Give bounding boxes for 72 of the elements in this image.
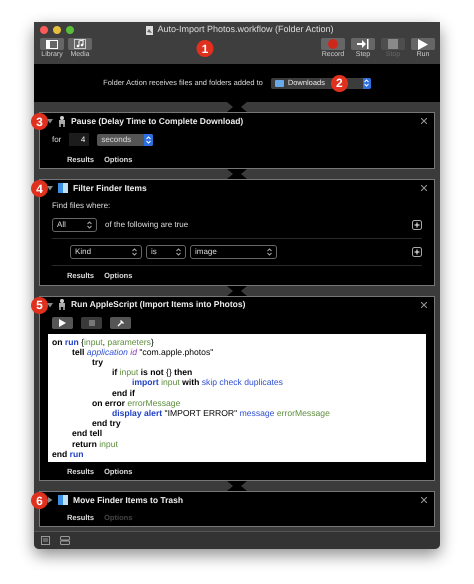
run-script-button[interactable] [52,316,73,328]
code-line: end tell [71,428,104,439]
play-icon [418,38,428,50]
split-view-icon[interactable] [60,536,70,546]
action-title: Pause (Delay Time to Complete Download) [71,114,244,128]
stepper-arrows-icon [267,248,272,256]
action-title: Filter Finder Items [73,182,148,195]
code-line: try [92,356,103,368]
for-label: for [52,134,62,146]
code-line: end try [91,418,122,428]
code-line: import input with skip check duplicates [131,377,284,388]
play-icon [59,318,66,326]
compile-button[interactable] [110,316,131,328]
close-icon[interactable] [421,118,427,124]
robot-icon [58,116,66,126]
number-badge: 6 [31,492,48,510]
action-title: Move Finder Items to Trash [73,494,184,507]
disclosure-triangle-icon[interactable] [47,118,53,124]
number-badge: 4 [31,180,48,198]
code-editor[interactable] [48,334,426,462]
dropdown[interactable]: Kind [70,245,142,260]
unit-dropdown[interactable]: seconds [97,134,154,146]
stepper-button[interactable] [362,78,371,88]
sidebar-icon [46,40,58,48]
robot-icon [58,299,66,310]
finder-icon [58,183,68,194]
code-line: on error errorMessage [91,398,182,408]
finder-icon [58,495,68,506]
list-view-icon[interactable] [41,536,50,546]
close-icon[interactable] [421,302,427,308]
step-icon [357,39,369,49]
number-badge: 3 [31,113,48,130]
code-line: end if [111,388,136,398]
stop-script-button[interactable] [81,316,102,328]
disclosure-triangle-icon[interactable] [47,497,53,504]
amount-field[interactable]: 4 [69,133,90,146]
minimize-icon[interactable] [53,26,61,34]
disclosure-triangle-icon[interactable] [47,185,53,192]
action-title: Run AppleScript (Import Items into Photos) [71,298,246,311]
stepper-arrows-icon [176,248,181,256]
zoom-icon[interactable] [66,26,74,34]
music-note-icon [74,39,86,49]
close-icon[interactable] [421,497,427,504]
dropdown[interactable]: is [146,245,186,260]
number-badge: 2 [330,74,348,92]
code-line: on run {input, parameters} [52,336,155,347]
stepper-button[interactable] [144,134,154,146]
dropdown[interactable]: image [190,245,277,260]
stop-icon [388,39,398,49]
code-line: display alert "IMPORT ERROR" message errorMessage [111,408,331,418]
close-icon[interactable] [40,26,48,34]
add-icon[interactable] [412,247,422,258]
add-icon[interactable] [412,220,422,230]
document-icon [146,26,154,34]
find-label: Find files where: [52,200,112,212]
record-icon [328,39,338,49]
window-title: Auto-Import Photos.workflow (Folder Action) [157,23,334,36]
stop-icon [88,320,94,326]
code-line: end run [52,448,85,459]
code-line: tell application id "com.apple.photos" [71,346,214,357]
stepper-arrows-icon [132,248,137,256]
disclosure-triangle-icon[interactable] [47,302,53,308]
condition-label: of the following are true [105,219,188,232]
number-badge: 5 [31,296,48,314]
hammer-icon [116,318,124,326]
close-icon[interactable] [421,185,427,192]
stepper-arrows-icon [87,221,92,230]
dropdown[interactable]: All [52,218,97,232]
number-badge: 1 [196,40,214,57]
code-line: if input is not {} then [111,367,194,378]
code-line: return input [71,438,119,449]
folder-icon [274,80,284,86]
